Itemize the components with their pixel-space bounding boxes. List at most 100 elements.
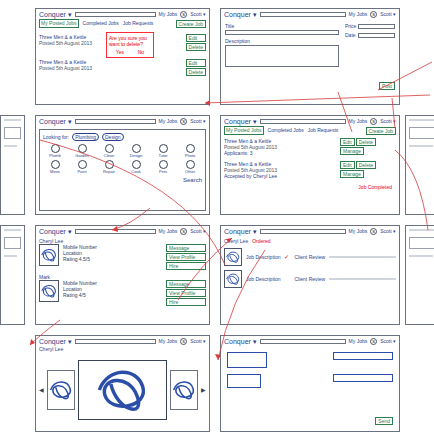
text-field[interactable] bbox=[225, 45, 339, 67]
tab[interactable]: Job Requests bbox=[308, 127, 339, 134]
dialog-button[interactable]: Yes bbox=[116, 49, 124, 55]
side-field[interactable] bbox=[358, 24, 395, 29]
avatar-icon[interactable]: S bbox=[180, 118, 187, 125]
nav-link[interactable]: My Jobs bbox=[349, 11, 368, 18]
avatar-icon[interactable]: S bbox=[180, 11, 187, 18]
button[interactable]: Message bbox=[166, 244, 206, 252]
tab[interactable]: My Posted Jobs bbox=[39, 19, 79, 28]
avatar-icon[interactable]: S bbox=[370, 118, 377, 125]
search-input[interactable] bbox=[260, 229, 346, 234]
user-menu[interactable]: Scott ▾ bbox=[380, 11, 396, 18]
logo[interactable]: Conquer ▾ bbox=[224, 228, 257, 235]
avatar-icon[interactable]: S bbox=[180, 338, 187, 345]
nav-link[interactable]: My Jobs bbox=[349, 118, 368, 125]
tab[interactable]: Completed Jobs bbox=[268, 127, 304, 134]
logo[interactable]: Conquer ▾ bbox=[224, 338, 257, 345]
tab[interactable]: My Posted Jobs bbox=[224, 126, 264, 135]
search-input[interactable] bbox=[260, 119, 346, 124]
category[interactable]: Cook bbox=[124, 160, 148, 174]
flow-arrows-icon bbox=[0, 0, 434, 435]
button[interactable]: Delete bbox=[356, 161, 376, 169]
logo[interactable]: Conquer ▾ bbox=[224, 118, 257, 125]
chip[interactable]: Design bbox=[102, 133, 124, 141]
user-menu[interactable]: Scott ▾ bbox=[380, 338, 396, 345]
tab[interactable]: Completed Jobs bbox=[83, 20, 119, 27]
button[interactable]: Delete bbox=[186, 68, 206, 76]
category[interactable]: Repair bbox=[97, 160, 121, 174]
avatar-icon[interactable]: S bbox=[370, 228, 377, 235]
category[interactable]: Photo bbox=[178, 144, 202, 158]
category[interactable]: Plumb bbox=[43, 144, 67, 158]
user-menu[interactable]: Scott ▾ bbox=[190, 118, 206, 125]
category[interactable]: Design bbox=[124, 144, 148, 158]
logo[interactable]: Conquer ▾ bbox=[39, 118, 72, 125]
avatar-icon[interactable]: S bbox=[370, 338, 377, 345]
avatar-icon[interactable]: S bbox=[180, 228, 187, 235]
category[interactable]: Pets bbox=[151, 160, 175, 174]
logo[interactable]: Conquer ▾ bbox=[39, 338, 72, 345]
button[interactable]: Edit bbox=[186, 59, 206, 67]
button[interactable]: Manage bbox=[340, 147, 364, 155]
side-field[interactable] bbox=[358, 33, 395, 38]
nav-link[interactable]: My Jobs bbox=[159, 228, 178, 235]
search-input[interactable] bbox=[260, 12, 346, 17]
logo[interactable]: Conquer ▾ bbox=[224, 11, 257, 18]
button[interactable]: Create Job bbox=[366, 127, 396, 135]
user-menu[interactable]: Scott ▾ bbox=[380, 118, 396, 125]
button[interactable]: Edit bbox=[340, 138, 355, 146]
order-row[interactable]: Job Description✓Client Review bbox=[224, 248, 396, 266]
avatar-icon[interactable]: S bbox=[370, 11, 377, 18]
partial-screen bbox=[405, 115, 434, 215]
search-input[interactable] bbox=[75, 229, 156, 234]
header: Conquer ▾ My JobsSScott ▾ bbox=[221, 9, 399, 19]
category[interactable]: Clean bbox=[97, 144, 121, 158]
search-input[interactable] bbox=[260, 339, 346, 344]
job-row[interactable]: Three Men & a KettlePosted 5th August 20… bbox=[224, 161, 396, 179]
header: Conquer ▾ My JobsSScott ▾ bbox=[221, 226, 399, 236]
dialog-button[interactable]: No bbox=[138, 49, 144, 55]
search-button[interactable]: Search bbox=[183, 177, 202, 183]
button[interactable]: Delete bbox=[356, 138, 376, 146]
category[interactable]: Move bbox=[43, 160, 67, 174]
logo[interactable]: Conquer ▾ bbox=[39, 11, 72, 18]
user-menu[interactable]: Scott ▾ bbox=[190, 228, 206, 235]
freelancer-card[interactable]: Cheryl LeeMobile NumberLocationRating 4.… bbox=[39, 238, 206, 270]
nav-link[interactable]: My Jobs bbox=[159, 11, 178, 18]
button[interactable]: Create Job bbox=[176, 20, 206, 28]
category[interactable]: Garden bbox=[70, 144, 94, 158]
nav-link[interactable]: My Jobs bbox=[159, 338, 178, 345]
button[interactable]: Hire bbox=[166, 298, 206, 306]
job-row[interactable]: Three Men & a KettlePosted 5th August 20… bbox=[39, 59, 206, 76]
category[interactable]: Paint bbox=[70, 160, 94, 174]
search-input[interactable] bbox=[75, 119, 156, 124]
nav-link[interactable]: My Jobs bbox=[349, 338, 368, 345]
button[interactable]: Edit bbox=[186, 34, 206, 42]
next-button[interactable]: ▶ bbox=[201, 387, 206, 393]
button[interactable]: Delete bbox=[186, 43, 206, 51]
category[interactable]: Tutor bbox=[151, 144, 175, 158]
button[interactable]: Post bbox=[379, 82, 395, 90]
chip[interactable]: Plumbing bbox=[72, 133, 99, 141]
prev-button[interactable]: ◀ bbox=[39, 387, 44, 393]
nav-link[interactable]: My Jobs bbox=[159, 118, 178, 125]
order-row[interactable]: Job DescriptionClient Review bbox=[224, 270, 396, 288]
button[interactable]: Hire bbox=[166, 262, 206, 270]
button[interactable]: Message bbox=[166, 280, 206, 288]
button[interactable]: Edit bbox=[340, 161, 355, 169]
button[interactable]: Manage bbox=[340, 170, 364, 178]
logo[interactable]: Conquer ▾ bbox=[39, 228, 72, 235]
button[interactable]: Send bbox=[375, 417, 393, 425]
search-input[interactable] bbox=[75, 339, 156, 344]
text-field[interactable] bbox=[225, 30, 339, 35]
freelancer-card[interactable]: MarkMobile NumberLocationRating 4/5Messa… bbox=[39, 274, 206, 306]
job-row[interactable]: Three Men & a KettlePosted 5th August 20… bbox=[224, 138, 396, 156]
search-input[interactable] bbox=[75, 12, 156, 17]
user-menu[interactable]: Scott ▾ bbox=[190, 338, 206, 345]
nav-link[interactable]: My Jobs bbox=[349, 228, 368, 235]
user-menu[interactable]: Scott ▾ bbox=[380, 228, 396, 235]
button[interactable]: View Profile bbox=[166, 253, 206, 261]
button[interactable]: View Profile bbox=[166, 289, 206, 297]
user-menu[interactable]: Scott ▾ bbox=[190, 11, 206, 18]
category[interactable]: Other bbox=[178, 160, 202, 174]
tab[interactable]: Job Requests bbox=[123, 20, 154, 27]
